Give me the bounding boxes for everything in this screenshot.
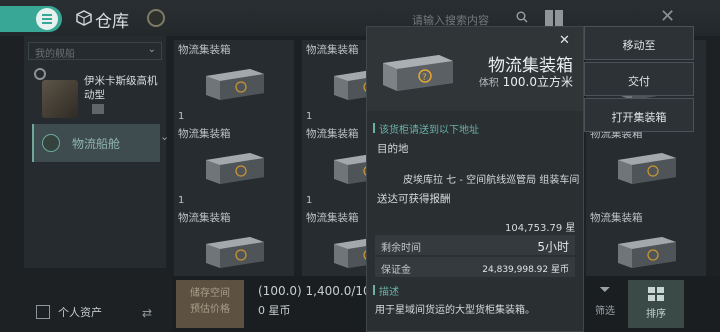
personal-assets-icon <box>36 305 50 319</box>
filter-label: 筛选 <box>595 306 615 317</box>
capacity-panel: 储存空间 预估价格 <box>176 280 244 328</box>
warehouse-cube-icon <box>76 10 92 26</box>
container-icon <box>618 237 676 268</box>
svg-text:?: ? <box>422 73 427 83</box>
view-toggle-icon[interactable] <box>544 9 564 27</box>
sidebar-item-cargo-hold[interactable]: 物流船舱 <box>32 124 160 162</box>
description-text: 用于星域间货运的大型货柜集装箱。 <box>375 305 535 316</box>
container-icon <box>206 69 264 100</box>
deposit-label: 保证金 <box>381 265 411 276</box>
item-name: 物流集装箱 <box>306 128 359 140</box>
item-quantity: 1 <box>178 195 185 206</box>
container-icon <box>206 237 264 268</box>
popup-volume: 体积 100.0立方米 <box>479 73 573 90</box>
item-name: 物流集装箱 <box>178 128 231 140</box>
capacity-value: (100.0) 1,400.0/10, <box>258 284 375 298</box>
item-quantity: 1 <box>306 111 313 122</box>
cargo-hold-icon <box>42 134 60 152</box>
destination-value: 皮埃库拉 七 - 空间航线巡管局 组装车间 <box>403 175 580 186</box>
item-quantity: 1 <box>178 111 185 122</box>
time-value: 5小时 <box>537 240 569 254</box>
page-title: 仓库 <box>95 12 129 32</box>
ship-thumbnail <box>42 80 78 118</box>
menu-icon <box>36 8 58 30</box>
container-icon <box>206 153 264 184</box>
move-to-button[interactable]: 移动至 <box>584 26 694 60</box>
remaining-time-row: 剩余时间 5小时 <box>375 235 575 255</box>
item-name: 物流集装箱 <box>178 212 231 224</box>
deposit-row: 保证金 24,839,998.92 星币 <box>375 257 575 277</box>
item-quantity: 1 <box>306 195 313 206</box>
grid-item[interactable]: 物流集装箱 <box>586 124 706 208</box>
deposit-value: 24,839,998.92 星币 <box>482 265 569 275</box>
deliver-button[interactable]: 交付 <box>584 62 694 96</box>
item-name: 物流集装箱 <box>306 212 359 224</box>
filter-label: 我的舰船 <box>35 49 75 60</box>
container-icon: ? <box>383 55 453 91</box>
section-description-header: 描述 <box>367 281 583 299</box>
item-name: 物流集装箱 <box>590 212 643 224</box>
close-icon[interactable]: ✕ <box>559 33 570 48</box>
title-badge-icon <box>147 9 165 27</box>
item-name: 物流集装箱 <box>306 44 359 56</box>
menu-button[interactable] <box>0 6 62 32</box>
filter-button[interactable]: ⏷ 筛选 <box>585 282 625 326</box>
ship-class-icon <box>92 104 104 114</box>
radio-icon <box>34 68 46 80</box>
chevron-down-icon[interactable]: ⌄ <box>160 130 169 143</box>
grid-item[interactable]: 物流集装箱 1 <box>174 124 294 208</box>
sort-label: 排序 <box>646 309 666 320</box>
volume-label: 体积 <box>478 78 499 89</box>
swap-icon[interactable]: ⇄ <box>142 306 152 320</box>
sidebar-item-label: 物流船舱 <box>72 137 121 151</box>
ship-name: 伊米卡斯级高机动型 <box>84 75 158 101</box>
capacity-label: 储存空间 <box>190 288 230 299</box>
time-label: 剩余时间 <box>381 243 421 254</box>
sort-grid-icon <box>648 287 664 301</box>
section-delivery-header: 该货柜请送到以下地址 <box>367 119 583 137</box>
chevron-down-icon: ⌄ <box>147 44 156 55</box>
reward-label: 送达可获得报酬 <box>377 193 451 205</box>
value-label: 预估价格 <box>190 304 230 315</box>
close-icon[interactable]: ✕ <box>660 6 675 27</box>
ship-filter-dropdown[interactable]: 我的舰船 ⌄ <box>28 42 162 60</box>
sort-button[interactable]: 排序 <box>628 280 684 328</box>
destination-label: 目的地 <box>377 143 409 155</box>
item-detail-popup: ✕ ? 物流集装箱 体积 100.0立方米 该货柜请送到以下地址 目的地 皮埃库… <box>366 26 584 332</box>
search-icon[interactable] <box>516 11 528 23</box>
open-container-button[interactable]: 打开集装箱 <box>584 98 694 132</box>
estimated-value: 0 星币 <box>258 304 291 317</box>
grid-item[interactable]: 物流集装箱 1 <box>174 40 294 124</box>
container-icon <box>618 153 676 184</box>
funnel-icon: ⏷ <box>599 282 611 298</box>
item-name: 物流集装箱 <box>178 44 231 56</box>
sidebar: 我的舰船 ⌄ 伊米卡斯级高机动型 ⌄ 物流船舱 <box>24 36 169 268</box>
personal-assets-link[interactable]: 个人资产 <box>58 304 102 320</box>
volume-value: 100.0立方米 <box>502 75 573 89</box>
